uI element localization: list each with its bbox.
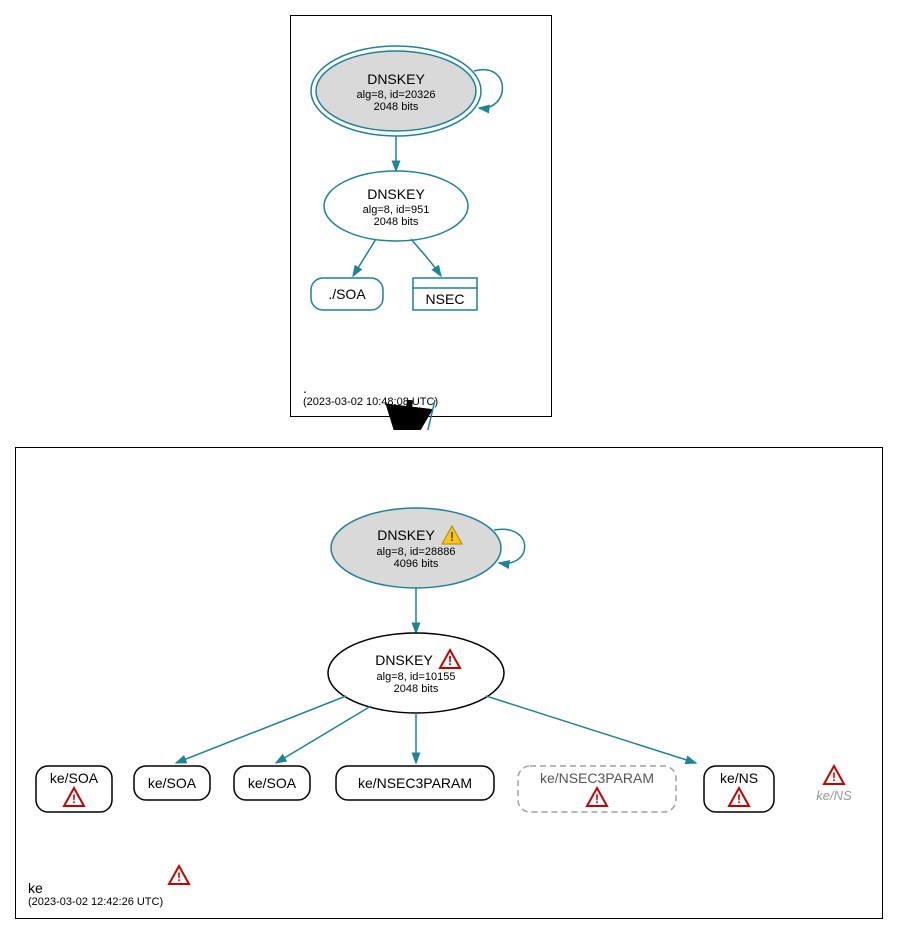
- ke-nsec3param-node-1[interactable]: ke/NSEC3PARAM: [336, 766, 494, 800]
- ke-ns-node-1[interactable]: ke/NS !: [704, 766, 774, 812]
- zone-ke-date: (2023-03-02 12:42:26 UTC): [28, 896, 163, 908]
- ke-ns2-label: ke/NS: [816, 788, 852, 803]
- edge-root-zsk-nsec: [411, 239, 441, 276]
- root-ksk-title: DNSKEY: [367, 71, 425, 87]
- zone-root-name: .: [303, 380, 438, 396]
- zone-ke-box: DNSKEY alg=8, id=28886 4096 bits ! DNSKE…: [15, 447, 883, 919]
- svg-text:!: !: [448, 653, 452, 668]
- root-ksk-line2: 2048 bits: [374, 101, 419, 113]
- ke-soa1-label: ke/SOA: [50, 770, 99, 786]
- edge-ke-zsk-soa2: [176, 696, 346, 763]
- ke-zsk-line2: 2048 bits: [394, 683, 439, 695]
- root-zsk-line2: 2048 bits: [374, 216, 419, 228]
- ke-zsk-title: DNSKEY: [375, 652, 433, 668]
- ke-zsk-node[interactable]: DNSKEY alg=8, id=10155 2048 bits !: [328, 633, 504, 713]
- root-ksk-line1: alg=8, id=20326: [357, 89, 436, 101]
- ke-ns1-label: ke/NS: [720, 770, 758, 786]
- svg-text:!: !: [450, 529, 454, 544]
- svg-text:!: !: [737, 792, 741, 806]
- edge-ke-zsk-ns1: [486, 696, 696, 763]
- edge-root-zsk-soa: [353, 239, 376, 276]
- ke-ksk-line2: 4096 bits: [394, 558, 439, 570]
- ke-soa3-label: ke/SOA: [248, 775, 297, 791]
- svg-text:!: !: [832, 770, 836, 784]
- svg-text:!: !: [595, 792, 599, 806]
- ke-ksk-line1: alg=8, id=28886: [377, 546, 456, 558]
- zone-ke-name: ke: [28, 880, 163, 896]
- root-soa-node[interactable]: ./SOA: [311, 278, 383, 310]
- root-nsec-label: NSEC: [426, 291, 465, 307]
- edge-ke-zsk-soa3: [276, 706, 371, 763]
- edge-root-to-ke-heavy: [405, 400, 410, 430]
- root-nsec-node[interactable]: NSEC: [413, 278, 477, 310]
- warning-red-icon: !: [824, 766, 844, 784]
- ke-nsec3p1-label: ke/NSEC3PARAM: [358, 775, 472, 791]
- ke-soa-node-2[interactable]: ke/SOA: [134, 766, 210, 800]
- root-zsk-node[interactable]: DNSKEY alg=8, id=951 2048 bits: [324, 171, 468, 241]
- ke-ksk-node[interactable]: DNSKEY alg=8, id=28886 4096 bits !: [331, 508, 501, 588]
- warning-red-icon: !: [169, 866, 189, 884]
- ke-nsec3p2-label: ke/NSEC3PARAM: [540, 770, 654, 786]
- svg-text:!: !: [72, 792, 76, 806]
- ke-soa-node-1[interactable]: ke/SOA !: [36, 766, 112, 812]
- root-soa-label: ./SOA: [328, 286, 366, 302]
- zone-root-box: DNSKEY alg=8, id=20326 2048 bits DNSKEY …: [290, 15, 552, 417]
- ke-nsec3param-node-2[interactable]: ke/NSEC3PARAM !: [518, 766, 676, 812]
- root-ksk-node[interactable]: DNSKEY alg=8, id=20326 2048 bits: [311, 46, 481, 136]
- ke-soa2-label: ke/SOA: [148, 775, 197, 791]
- svg-text:!: !: [177, 870, 181, 884]
- edge-root-nsec-to-ke: [425, 400, 435, 430]
- ke-ns-node-2[interactable]: ! ke/NS: [816, 766, 852, 803]
- ke-ksk-title: DNSKEY: [377, 527, 435, 543]
- root-zsk-line1: alg=8, id=951: [363, 204, 430, 216]
- root-zsk-title: DNSKEY: [367, 186, 425, 202]
- ke-soa-node-3[interactable]: ke/SOA: [234, 766, 310, 800]
- ke-zsk-line1: alg=8, id=10155: [377, 671, 456, 683]
- zone-ke-label: ke (2023-03-02 12:42:26 UTC): [28, 880, 163, 908]
